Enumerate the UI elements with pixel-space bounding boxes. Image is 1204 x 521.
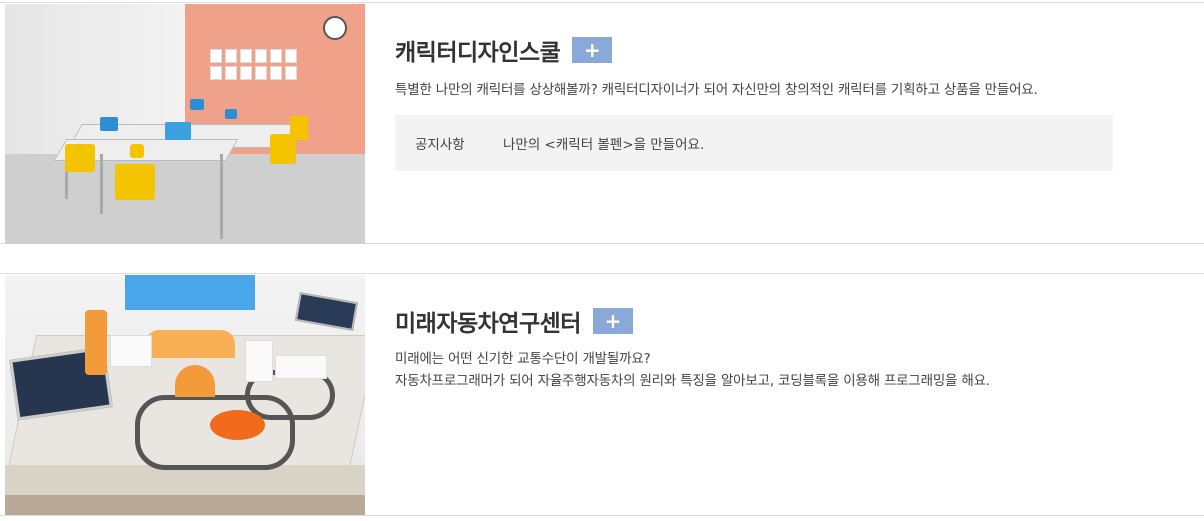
more-button[interactable]: + (592, 308, 633, 334)
more-button[interactable]: + (572, 37, 613, 63)
description-line: 자동차프로그래머가 되어 자율주행자동차의 원리와 특징을 알아보고, 코딩블록… (395, 373, 990, 389)
plus-icon: + (604, 309, 622, 333)
notice-box: 공지사항 나만의 <캐릭터 볼펜>을 만들어요. (395, 115, 1113, 171)
notice-label: 공지사항 (415, 137, 465, 153)
program-title: 미래자동차연구센터 (395, 310, 581, 336)
classroom-photo (5, 4, 365, 244)
description-line: 미래에는 어떤 신기한 교통수단이 개발될까요? (395, 351, 651, 367)
clock-icon (323, 16, 347, 40)
program-description: 특별한 나만의 캐릭터를 상상해볼까? 캐릭터디자이너가 되어 자신만의 창의적… (395, 82, 1038, 98)
car-lab-photo (5, 275, 365, 515)
program-title: 캐릭터디자인스쿨 (395, 39, 561, 65)
program-card-character-design: 캐릭터디자인스쿨 + 특별한 나만의 캐릭터를 상상해볼까? 캐릭터디자이너가 … (0, 2, 1204, 244)
program-card-future-car: 미래자동차연구센터 + 미래에는 어떤 신기한 교통수단이 개발될까요? 자동차… (0, 273, 1204, 516)
program-description: 미래에는 어떤 신기한 교통수단이 개발될까요? 자동차프로그래머가 되어 자율… (395, 348, 1204, 392)
notice-text: 나만의 <캐릭터 볼펜>을 만들어요. (503, 137, 705, 153)
plus-icon: + (583, 38, 601, 62)
